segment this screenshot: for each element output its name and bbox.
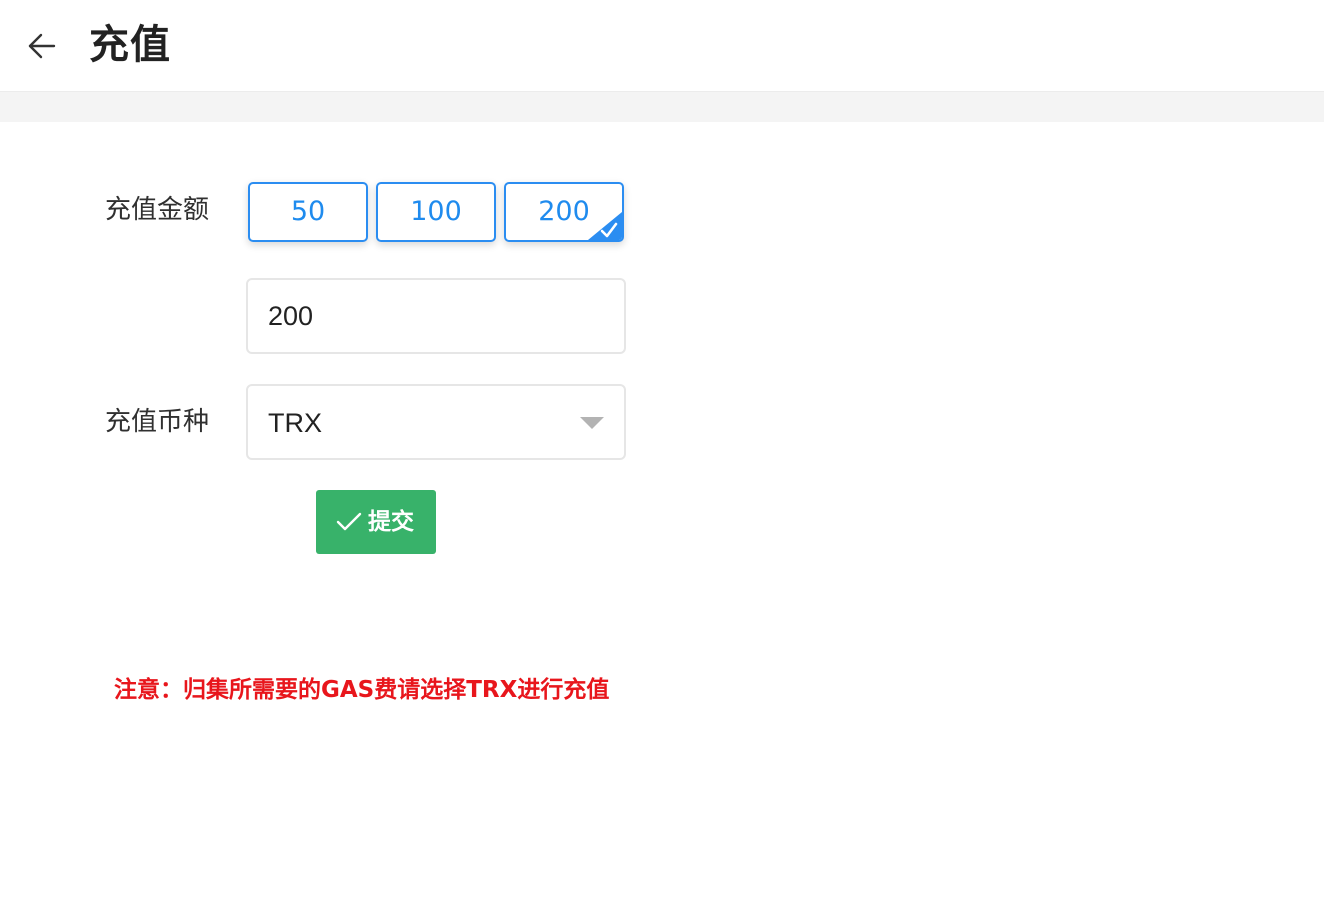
caret-down-icon: [580, 417, 604, 429]
currency-select[interactable]: TRX: [246, 384, 626, 460]
amount-option-50[interactable]: 50: [248, 182, 368, 242]
amount-label: 充值金额: [105, 195, 210, 225]
amount-option-label: 50: [290, 196, 326, 227]
top-bar: 充值: [0, 0, 1324, 92]
recharge-page: 充值 充值金额 50 100 200 充值币种 TRX 提交 注意：归集所: [0, 0, 1324, 910]
notice-text: 注意：归集所需要的GAS费请选择TRX进行充值: [114, 677, 610, 703]
arrow-left-icon: [28, 33, 56, 59]
currency-label: 充值币种: [105, 407, 210, 437]
submit-button-label: 提交: [368, 509, 414, 535]
amount-option-100[interactable]: 100: [376, 182, 496, 242]
amount-option-label: 200: [538, 196, 590, 227]
currency-select-value: TRX: [268, 408, 322, 438]
check-icon: [336, 512, 362, 531]
back-button[interactable]: [22, 26, 62, 66]
header-divider-band: [0, 92, 1324, 122]
submit-button[interactable]: 提交: [316, 490, 436, 554]
amount-input[interactable]: [246, 278, 626, 354]
page-title: 充值: [89, 22, 171, 68]
amount-option-label: 100: [410, 196, 462, 227]
amount-option-200-selected[interactable]: 200: [504, 182, 624, 242]
